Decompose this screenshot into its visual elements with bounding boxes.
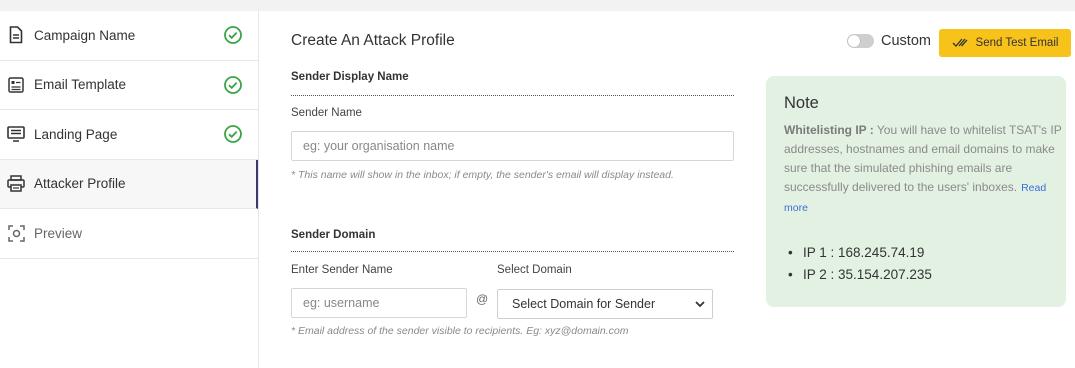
send-test-email-button[interactable]: Send Test Email: [939, 29, 1071, 57]
sidebar-item-label: Campaign Name: [34, 27, 136, 43]
ip-list: IP 1 : 168.245.74.19 IP 2 : 35.154.207.2…: [788, 242, 932, 286]
preview-icon: [7, 224, 25, 242]
section-divider: [291, 251, 734, 252]
monitor-icon: [7, 125, 25, 143]
sidebar: Campaign Name Email Template Landing Pag…: [0, 11, 259, 368]
document-icon: [7, 26, 25, 44]
check-circle-icon: [223, 124, 243, 144]
sender-email-hint: * Email address of the sender visible to…: [291, 325, 629, 337]
send-test-email-label: Send Test Email: [975, 37, 1059, 49]
sidebar-item-email-template[interactable]: Email Template: [0, 61, 258, 110]
chevron-down-icon: [695, 301, 705, 308]
main-panel: Create An Attack Profile Custom Send Tes…: [259, 11, 1075, 368]
section-divider: [291, 95, 734, 96]
printer-icon: [7, 175, 25, 193]
top-bar: [0, 0, 1075, 11]
sidebar-item-landing-page[interactable]: Landing Page: [0, 110, 258, 160]
note-panel: Note Whitelisting IP : You will have to …: [766, 76, 1066, 307]
sender-display-heading: Sender Display Name: [291, 71, 409, 83]
sidebar-item-campaign-name[interactable]: Campaign Name: [0, 11, 258, 61]
check-circle-icon: [223, 25, 243, 45]
sidebar-item-label: Attacker Profile: [34, 176, 126, 192]
sender-name-label: Sender Name: [291, 107, 362, 119]
sidebar-item-label: Landing Page: [34, 126, 118, 142]
list-item: IP 1 : 168.245.74.19: [788, 242, 932, 264]
sender-name-input[interactable]: [291, 131, 734, 161]
sender-name-hint: * This name will show in the inbox; if e…: [291, 169, 674, 181]
note-text: Whitelisting IP : You will have to white…: [784, 121, 1062, 218]
sender-username-input[interactable]: [291, 288, 467, 318]
domain-select[interactable]: Select Domain for Sender: [497, 289, 713, 319]
custom-toggle[interactable]: [847, 34, 874, 48]
note-bold-lead: Whitelisting IP :: [784, 123, 874, 137]
sidebar-item-preview[interactable]: Preview: [0, 209, 258, 259]
custom-toggle-group: Custom: [847, 33, 931, 49]
sidebar-item-attacker-profile[interactable]: Attacker Profile: [0, 159, 258, 209]
list-item: IP 2 : 35.154.207.235: [788, 264, 932, 286]
template-icon: [7, 76, 25, 94]
page-title: Create An Attack Profile: [291, 32, 455, 49]
domain-select-value: Select Domain for Sender: [512, 297, 656, 311]
at-symbol: @: [476, 292, 489, 306]
select-domain-label: Select Domain: [497, 264, 572, 276]
custom-label: Custom: [881, 33, 931, 49]
note-title: Note: [784, 94, 819, 112]
sender-domain-heading: Sender Domain: [291, 229, 376, 241]
sidebar-item-label: Email Template: [34, 77, 127, 93]
send-icon: [952, 38, 968, 47]
enter-sender-name-label: Enter Sender Name: [291, 264, 393, 276]
check-circle-icon: [223, 75, 243, 95]
sidebar-item-label: Preview: [34, 225, 83, 241]
